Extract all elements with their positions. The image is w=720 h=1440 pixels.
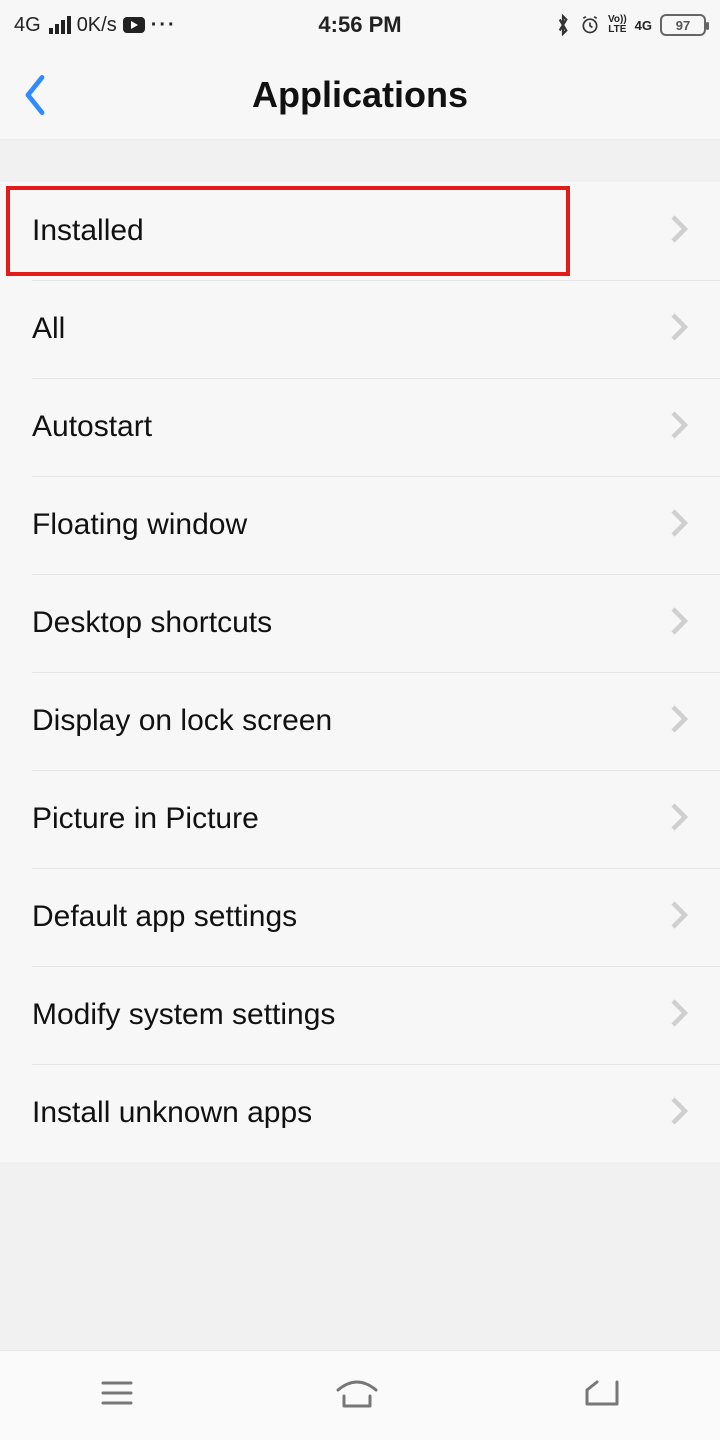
row-label: Default app settings — [32, 900, 297, 934]
row-installed[interactable]: Installed — [0, 182, 720, 280]
row-label: Install unknown apps — [32, 1096, 312, 1130]
row-label: Display on lock screen — [32, 704, 332, 738]
more-dots-icon: ··· — [151, 14, 177, 37]
app-header: Applications — [0, 50, 720, 140]
chevron-right-icon — [670, 410, 688, 445]
secondary-network: 4G — [635, 18, 652, 33]
chevron-right-icon — [670, 998, 688, 1033]
status-time: 4:56 PM — [245, 12, 476, 38]
chevron-right-icon — [670, 312, 688, 347]
row-display-on-lock-screen[interactable]: Display on lock screen — [0, 672, 720, 770]
chevron-right-icon — [670, 214, 688, 249]
row-label: Installed — [32, 214, 144, 248]
chevron-right-icon — [670, 1096, 688, 1131]
row-picture-in-picture[interactable]: Picture in Picture — [0, 770, 720, 868]
chevron-right-icon — [670, 802, 688, 837]
bluetooth-icon — [554, 14, 572, 36]
row-install-unknown-apps[interactable]: Install unknown apps — [0, 1064, 720, 1162]
row-modify-system-settings[interactable]: Modify system settings — [0, 966, 720, 1064]
recent-apps-button[interactable] — [97, 1378, 137, 1413]
chevron-right-icon — [670, 508, 688, 543]
row-floating-window[interactable]: Floating window — [0, 476, 720, 574]
row-label: Autostart — [32, 410, 152, 444]
alarm-icon — [580, 15, 600, 35]
chevron-right-icon — [670, 606, 688, 641]
volte-icon: Vo)) LTE — [608, 15, 627, 35]
row-autostart[interactable]: Autostart — [0, 378, 720, 476]
section-gap — [0, 140, 720, 182]
row-label: Modify system settings — [32, 998, 335, 1032]
signal-icon — [49, 16, 71, 34]
settings-list: Installed All Autostart Floating window … — [0, 182, 720, 1162]
status-right: Vo)) LTE 4G 97 — [475, 14, 706, 36]
home-button[interactable] — [332, 1376, 382, 1415]
status-bar: 4G 0K/s ··· 4:56 PM Vo)) LTE 4G 97 — [0, 0, 720, 50]
back-button[interactable] — [0, 50, 70, 140]
chevron-right-icon — [670, 900, 688, 935]
back-nav-button[interactable] — [577, 1376, 623, 1415]
row-label: Desktop shortcuts — [32, 606, 272, 640]
status-left: 4G 0K/s ··· — [14, 14, 245, 37]
row-all[interactable]: All — [0, 280, 720, 378]
system-nav-bar — [0, 1350, 720, 1440]
row-label: Picture in Picture — [32, 802, 259, 836]
media-chip-icon — [123, 17, 145, 33]
chevron-right-icon — [670, 704, 688, 739]
battery-icon: 97 — [660, 14, 706, 36]
row-label: Floating window — [32, 508, 247, 542]
row-desktop-shortcuts[interactable]: Desktop shortcuts — [0, 574, 720, 672]
network-type: 4G — [14, 14, 41, 37]
data-speed: 0K/s — [77, 14, 117, 37]
row-label: All — [32, 312, 65, 346]
page-title: Applications — [0, 74, 720, 116]
row-default-app-settings[interactable]: Default app settings — [0, 868, 720, 966]
